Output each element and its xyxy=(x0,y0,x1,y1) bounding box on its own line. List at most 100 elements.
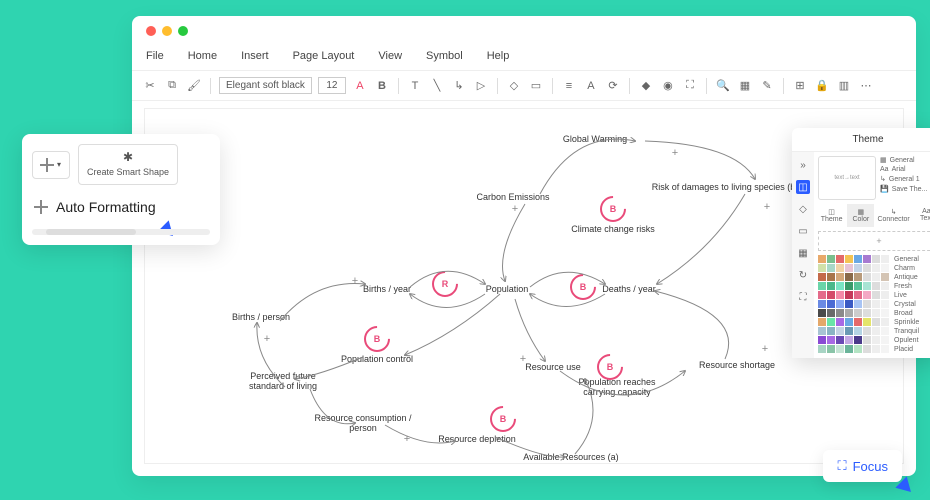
menu-home[interactable]: Home xyxy=(188,50,217,62)
cut-icon[interactable]: ✂ xyxy=(142,78,158,94)
swatch[interactable] xyxy=(881,327,889,335)
menu-view[interactable]: View xyxy=(378,50,402,62)
swatch-row[interactable]: Opulent xyxy=(818,336,930,344)
swatch[interactable] xyxy=(872,282,880,290)
swatch[interactable] xyxy=(863,309,871,317)
swatch[interactable] xyxy=(818,336,826,344)
swatch[interactable] xyxy=(836,336,844,344)
swatch[interactable] xyxy=(881,291,889,299)
font-color-icon[interactable]: A xyxy=(352,78,368,94)
swatch[interactable] xyxy=(818,318,826,326)
swatch[interactable] xyxy=(872,327,880,335)
swatch[interactable] xyxy=(863,300,871,308)
swatch[interactable] xyxy=(863,291,871,299)
swatch[interactable] xyxy=(836,327,844,335)
group-icon[interactable]: ⊞ xyxy=(792,78,808,94)
swatch[interactable] xyxy=(872,345,880,353)
copy-icon[interactable]: ⧉ xyxy=(164,78,180,94)
swatch[interactable] xyxy=(845,309,853,317)
swatch[interactable] xyxy=(863,273,871,281)
swatch[interactable] xyxy=(845,345,853,353)
swatch[interactable] xyxy=(854,282,862,290)
swatch[interactable] xyxy=(818,255,826,263)
text-tool-icon[interactable]: T xyxy=(407,78,423,94)
font-select[interactable]: Elegant soft black xyxy=(219,77,312,94)
swatch-row[interactable]: General xyxy=(818,255,930,263)
auto-layout-button[interactable]: ▾ xyxy=(32,151,70,179)
fill-icon[interactable]: ◆ xyxy=(638,78,654,94)
node-resource-shortage[interactable]: Resource shortage xyxy=(699,360,775,370)
node-pop-capacity[interactable]: Population reaches carrying capacity xyxy=(567,377,667,397)
swatch[interactable] xyxy=(827,336,835,344)
menu-file[interactable]: File xyxy=(146,50,164,62)
node-perceived[interactable]: Perceived future standard of living xyxy=(233,371,333,391)
add-theme-button[interactable]: + xyxy=(818,231,930,251)
swatch[interactable] xyxy=(881,264,889,272)
node-pop-control[interactable]: Population control xyxy=(341,354,413,364)
swatch[interactable] xyxy=(863,318,871,326)
auto-formatting-button[interactable]: Auto Formatting xyxy=(32,195,210,219)
swatch[interactable] xyxy=(845,336,853,344)
menu-help[interactable]: Help xyxy=(487,50,510,62)
swatch[interactable] xyxy=(863,336,871,344)
swatch[interactable] xyxy=(854,345,862,353)
node-deaths-year[interactable]: Deaths / year xyxy=(602,284,656,294)
align-icon[interactable]: ≡ xyxy=(561,78,577,94)
swatch-row[interactable]: Charm xyxy=(818,264,930,272)
shadow-icon[interactable]: ◉ xyxy=(660,78,676,94)
swatch[interactable] xyxy=(872,336,880,344)
minimize-icon[interactable] xyxy=(162,26,172,36)
swatch[interactable] xyxy=(818,273,826,281)
node-risk[interactable]: Risk of damages to living species (b) xyxy=(652,182,799,192)
swatch[interactable] xyxy=(836,318,844,326)
tab-text[interactable]: AaText xyxy=(913,204,930,227)
menu-insert[interactable]: Insert xyxy=(241,50,269,62)
swatch[interactable] xyxy=(818,282,826,290)
create-smart-shape-button[interactable]: ✱Create Smart Shape xyxy=(78,144,178,185)
maximize-icon[interactable] xyxy=(178,26,188,36)
layout-icon[interactable]: ▥ xyxy=(836,78,852,94)
swatch[interactable] xyxy=(827,282,835,290)
swatch[interactable] xyxy=(845,318,853,326)
swatch[interactable] xyxy=(818,345,826,353)
swatch[interactable] xyxy=(863,282,871,290)
swatch[interactable] xyxy=(836,291,844,299)
crop-icon[interactable]: ⛶ xyxy=(682,78,698,94)
menu-page-layout[interactable]: Page Layout xyxy=(293,50,355,62)
canvas[interactable]: Global Warming Carbon Emissions Risk of … xyxy=(144,108,904,464)
swatch-row[interactable]: Sprinkle xyxy=(818,318,930,326)
swatch[interactable] xyxy=(827,273,835,281)
slider[interactable] xyxy=(32,229,210,235)
swatch[interactable] xyxy=(818,300,826,308)
theme-opt-general[interactable]: ▦General xyxy=(880,156,930,164)
swatch[interactable] xyxy=(872,318,880,326)
bold-icon[interactable]: B xyxy=(374,78,390,94)
swatch[interactable] xyxy=(854,291,862,299)
theme-nav-page[interactable]: ▭ xyxy=(796,224,810,238)
swatch[interactable] xyxy=(863,345,871,353)
swatch[interactable] xyxy=(845,255,853,263)
theme-opt-save[interactable]: 💾Save The... xyxy=(880,185,930,193)
connector-tool-icon[interactable]: ↳ xyxy=(451,78,467,94)
swatch[interactable] xyxy=(836,273,844,281)
swatch[interactable] xyxy=(836,264,844,272)
tab-theme[interactable]: ◫Theme xyxy=(818,204,845,227)
swatch[interactable] xyxy=(872,273,880,281)
close-icon[interactable] xyxy=(146,26,156,36)
swatch-row[interactable]: Tranquil xyxy=(818,327,930,335)
node-births-year[interactable]: Births / year xyxy=(363,284,411,294)
pencil-icon[interactable]: ✎ xyxy=(759,78,775,94)
swatch[interactable] xyxy=(881,309,889,317)
collapse-icon[interactable]: » xyxy=(796,158,810,172)
search-icon[interactable]: 🔍 xyxy=(715,78,731,94)
format-painter-icon[interactable]: 🖌 xyxy=(186,78,202,94)
swatch[interactable] xyxy=(872,255,880,263)
theme-preview[interactable]: text→text xyxy=(818,156,876,200)
theme-nav-style[interactable]: ◫ xyxy=(796,180,810,194)
swatch[interactable] xyxy=(845,273,853,281)
font-size-select[interactable]: 12 xyxy=(318,77,346,94)
swatch[interactable] xyxy=(836,300,844,308)
swatch[interactable] xyxy=(845,291,853,299)
swatch[interactable] xyxy=(827,291,835,299)
swatch[interactable] xyxy=(854,327,862,335)
